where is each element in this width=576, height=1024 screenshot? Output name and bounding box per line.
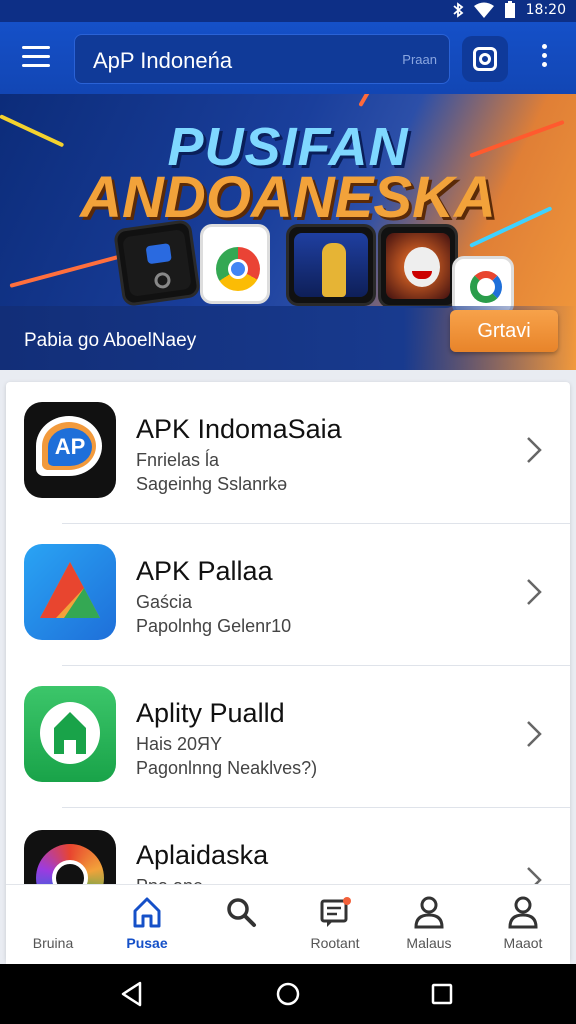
search-input-value: ApP Indoneńa: [93, 48, 233, 73]
app-subtitle: Fnrielas ĺa: [136, 450, 220, 470]
more-dot-icon: [541, 44, 547, 49]
list-item[interactable]: AP APK IndomaSaia Fnrielas ĺa Sageinhg S…: [6, 382, 570, 524]
nav-item-rootant[interactable]: Rootant: [288, 885, 382, 965]
home-circle-icon[interactable]: [274, 980, 302, 1008]
camera-button[interactable]: [462, 36, 508, 82]
more-dot-icon: [541, 62, 547, 67]
hamburger-icon-line: [22, 55, 50, 58]
nav-label: Maaot: [503, 935, 543, 951]
app-list: AP APK IndomaSaia Fnrielas ĺa Sageinhg S…: [6, 382, 570, 962]
app-bar: ApP Indoneńa Praan: [0, 22, 576, 94]
app-subtitle: Gaścia: [136, 592, 193, 612]
nav-label: Rootant: [310, 935, 360, 951]
nav-label: Malaus: [406, 935, 452, 951]
system-navigation-bar: [0, 964, 576, 1024]
nav-label: Pusae: [126, 935, 168, 951]
banner-ray: [9, 253, 127, 288]
status-bar: 18:20: [0, 0, 576, 22]
chevron-right-icon: [527, 721, 542, 747]
message-icon: [320, 897, 351, 927]
game-face-icon: [404, 247, 440, 287]
chevron-right-icon: [527, 579, 542, 605]
user-icon: [414, 896, 444, 929]
home-icon: [133, 897, 161, 928]
app-icon-small: [145, 243, 172, 265]
edge-icon: [470, 271, 502, 303]
more-options-button[interactable]: [534, 44, 554, 74]
app-name: Aplaidaska: [136, 840, 269, 870]
banner-ray: [358, 94, 387, 107]
nav-item-bruina[interactable]: Bruina: [6, 885, 100, 965]
app-subtitle: Sageinhg Sslanrkǝ: [136, 474, 288, 494]
nav-item-maaot[interactable]: Maaot: [476, 885, 570, 965]
triangle-logo-icon: [24, 544, 116, 640]
bottom-navigation: Bruina Pusae Rootant Malaus Maaot: [6, 884, 570, 964]
chevron-right-icon: [527, 437, 542, 463]
banner-caption: Pabia go AboelNaey: [24, 330, 197, 351]
banner-title-line2: ANDOANESKA: [80, 165, 496, 230]
nav-item-home[interactable]: Pusae: [100, 885, 194, 965]
search-hint: Praan: [402, 52, 437, 67]
banner-phone: [286, 224, 376, 306]
app-subtitle: Pagonlnng Neaklves?): [136, 758, 318, 778]
hamburger-icon-line: [22, 46, 50, 49]
search-input[interactable]: ApP Indoneńa Praan: [74, 34, 450, 84]
camera-icon: [153, 271, 172, 290]
hamburger-icon-line: [22, 64, 50, 67]
list-item[interactable]: Aplity Pualld Hais 20ЯY Pagonlnng Neaklv…: [6, 666, 570, 808]
nav-item-malaus[interactable]: Malaus: [382, 885, 476, 965]
nav-label: Bruina: [32, 935, 74, 951]
status-time: 18:20: [525, 2, 566, 18]
banner-phone: [378, 224, 458, 308]
banner-phone: [112, 218, 202, 308]
app-subtitle: Papolnhg Gelenr10: [136, 616, 292, 636]
more-dot-icon: [541, 53, 547, 58]
bluetooth-icon: [453, 2, 464, 18]
menu-button[interactable]: [22, 46, 50, 70]
game-character-icon: [322, 243, 346, 297]
battery-icon: [504, 1, 515, 18]
banner-cta-button[interactable]: Grtavi: [450, 310, 558, 352]
camera-lens-icon: [479, 53, 491, 65]
promo-banner[interactable]: PUSIFAN ANDOANESKA Pabia go AboelNaey Gr…: [0, 94, 576, 370]
back-icon[interactable]: [118, 980, 146, 1008]
shield-logo-icon: [24, 686, 116, 782]
list-item[interactable]: APK Pallaa Gaścia Papolnhg Gelenr10: [6, 524, 570, 666]
banner-phone: [200, 224, 270, 304]
status-icons: 18:20: [452, 1, 566, 19]
search-icon: [227, 898, 256, 927]
app-name: APK IndomaSaia: [136, 414, 342, 444]
app-name: APK Pallaa: [136, 556, 273, 586]
wifi-icon: [473, 2, 494, 18]
ap-logo-icon: AP: [24, 402, 116, 498]
app-name: Aplity Pualld: [136, 698, 285, 728]
user-icon: [508, 896, 538, 929]
nav-item-search[interactable]: [194, 885, 288, 965]
recents-icon[interactable]: [428, 980, 456, 1008]
app-subtitle: Hais 20ЯY: [136, 734, 223, 754]
